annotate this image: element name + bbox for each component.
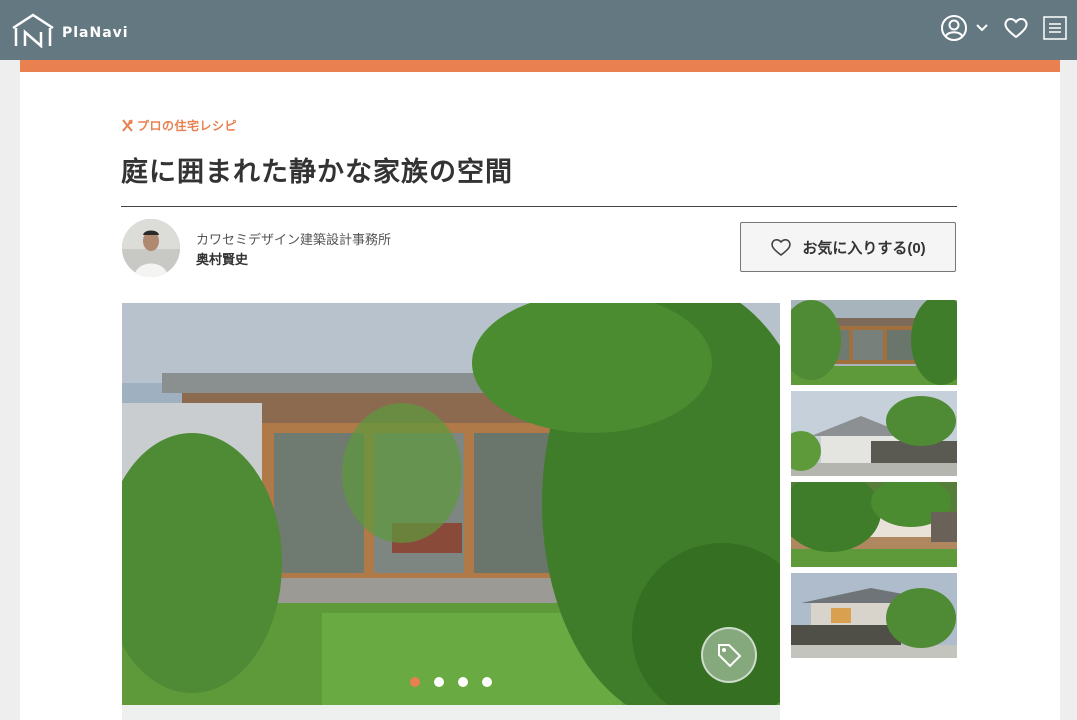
- heart-outline-icon: [771, 239, 792, 257]
- author-company[interactable]: カワセミデザイン建築設計事務所: [196, 229, 391, 248]
- thumbnail-1[interactable]: [791, 300, 957, 385]
- slide-dot-4[interactable]: [482, 677, 492, 687]
- photo-caption-strip: [122, 705, 780, 720]
- thumbnail-image: [791, 391, 957, 476]
- author-avatar[interactable]: [122, 219, 180, 277]
- page-title: 庭に囲まれた静かな家族の空間: [121, 157, 513, 188]
- thumbnail-image: [791, 300, 957, 385]
- slide-dot-2[interactable]: [434, 677, 444, 687]
- thumbnail-image: [791, 573, 957, 658]
- favorite-button[interactable]: お気に入りする(0): [740, 222, 956, 272]
- slide-dot-3[interactable]: [458, 677, 468, 687]
- house-garden-photo: [122, 303, 780, 705]
- site-header: PlaNavi: [0, 0, 1077, 60]
- favorite-label: お気に入りする(0): [802, 239, 926, 257]
- thumbnail-3[interactable]: [791, 482, 957, 567]
- title-divider: [121, 206, 957, 207]
- utensils-icon: [122, 119, 133, 132]
- slide-indicator: [410, 677, 506, 687]
- tag-button[interactable]: [701, 627, 757, 683]
- tag-icon: [718, 644, 742, 668]
- chevron-down-icon: [976, 24, 988, 32]
- account-menu[interactable]: [940, 14, 989, 42]
- menu-button[interactable]: [1043, 16, 1067, 40]
- favorites-button[interactable]: [1003, 16, 1029, 40]
- slide-dot-1[interactable]: [410, 677, 420, 687]
- article-card: プロの住宅レシピ 庭に囲まれた静かな家族の空間 カワセミデザイン建築設計事務所 …: [20, 60, 1060, 720]
- menu-icon: [1043, 16, 1067, 40]
- thumbnail-4[interactable]: [791, 573, 957, 658]
- thumbnail-2[interactable]: [791, 391, 957, 476]
- logo-text: PlaNavi: [62, 25, 129, 41]
- thumbnail-image: [791, 482, 957, 567]
- account-icon: [941, 15, 967, 41]
- category-label[interactable]: プロの住宅レシピ: [121, 117, 237, 134]
- category-text: プロの住宅レシピ: [137, 119, 238, 133]
- site-logo[interactable]: PlaNavi: [11, 12, 129, 48]
- house-logo-icon: [12, 13, 54, 48]
- avatar-image: [122, 219, 180, 277]
- accent-bar: [20, 60, 1060, 72]
- author-name[interactable]: 奥村賢史: [196, 249, 248, 268]
- heart-icon: [1004, 18, 1028, 39]
- main-photo[interactable]: [122, 303, 780, 705]
